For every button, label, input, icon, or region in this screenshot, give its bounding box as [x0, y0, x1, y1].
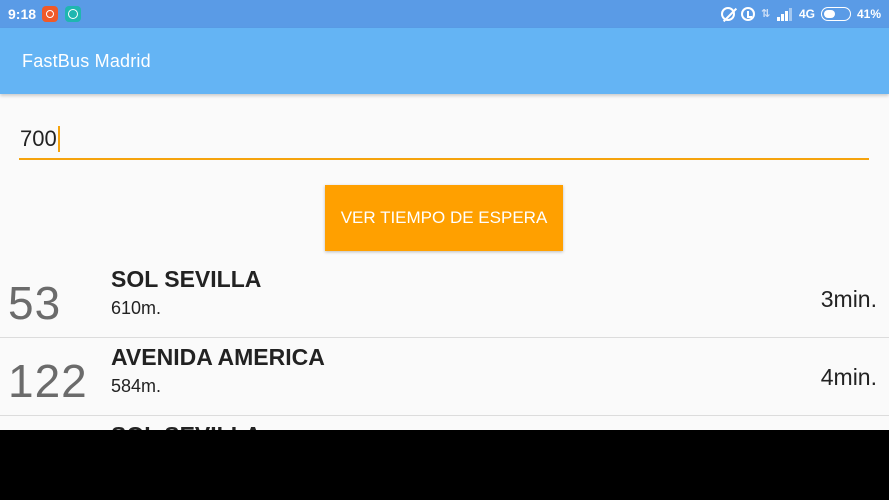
- battery-percent: 41%: [856, 7, 881, 21]
- input-underline: [19, 158, 869, 160]
- stop-name: AVENIDA AMERICA: [111, 344, 325, 370]
- arrival-row[interactable]: 122 AVENIDA AMERICA 584m. 4min.: [0, 338, 889, 416]
- arrivals-list: 53 SOL SEVILLA 610m. 3min. 122 AVENIDA AMERIC…: [0, 260, 889, 430]
- data-arrows-icon: ⇅: [760, 8, 771, 20]
- network-type: 4G: [798, 7, 815, 21]
- arrival-row[interactable]: SOL SEVILLA: [0, 416, 889, 430]
- stop-name: SOL SEVILLA: [111, 266, 262, 292]
- app-title: FastBus Madrid: [22, 51, 151, 71]
- signal-icon: [776, 7, 793, 21]
- status-icons: ⇅ 4G 41%: [720, 5, 881, 23]
- status-time: 9:18: [8, 6, 37, 22]
- status-bar: 9:18 ⇅ 4G 41%: [0, 0, 889, 28]
- stop-number-input[interactable]: [19, 118, 869, 160]
- app-screen: 9:18 ⇅ 4G 41% FastBus Madrid VER TIEMPO …: [0, 0, 889, 430]
- battery-icon: [820, 7, 851, 21]
- notification-messenger-icon: [65, 6, 81, 22]
- arrival-row[interactable]: 53 SOL SEVILLA 610m. 3min.: [0, 260, 889, 338]
- alarm-icon: [740, 7, 755, 21]
- notification-app-icon: [42, 6, 58, 22]
- arrival-time: 4min.: [820, 364, 877, 390]
- arrival-time: 3min.: [820, 286, 877, 312]
- app-bar: FastBus Madrid: [0, 28, 889, 94]
- bus-distance: 610m.: [111, 298, 162, 318]
- bus-line-number: 122: [8, 355, 88, 407]
- text-cursor: [58, 126, 60, 152]
- bus-distance: 584m.: [111, 376, 162, 396]
- stop-number-field[interactable]: [19, 118, 869, 162]
- view-wait-time-button[interactable]: VER TIEMPO DE ESPERA: [325, 185, 563, 251]
- bus-line-number: 53: [8, 277, 62, 329]
- stop-name: SOL SEVILLA: [111, 422, 261, 430]
- sync-off-icon: [720, 7, 735, 21]
